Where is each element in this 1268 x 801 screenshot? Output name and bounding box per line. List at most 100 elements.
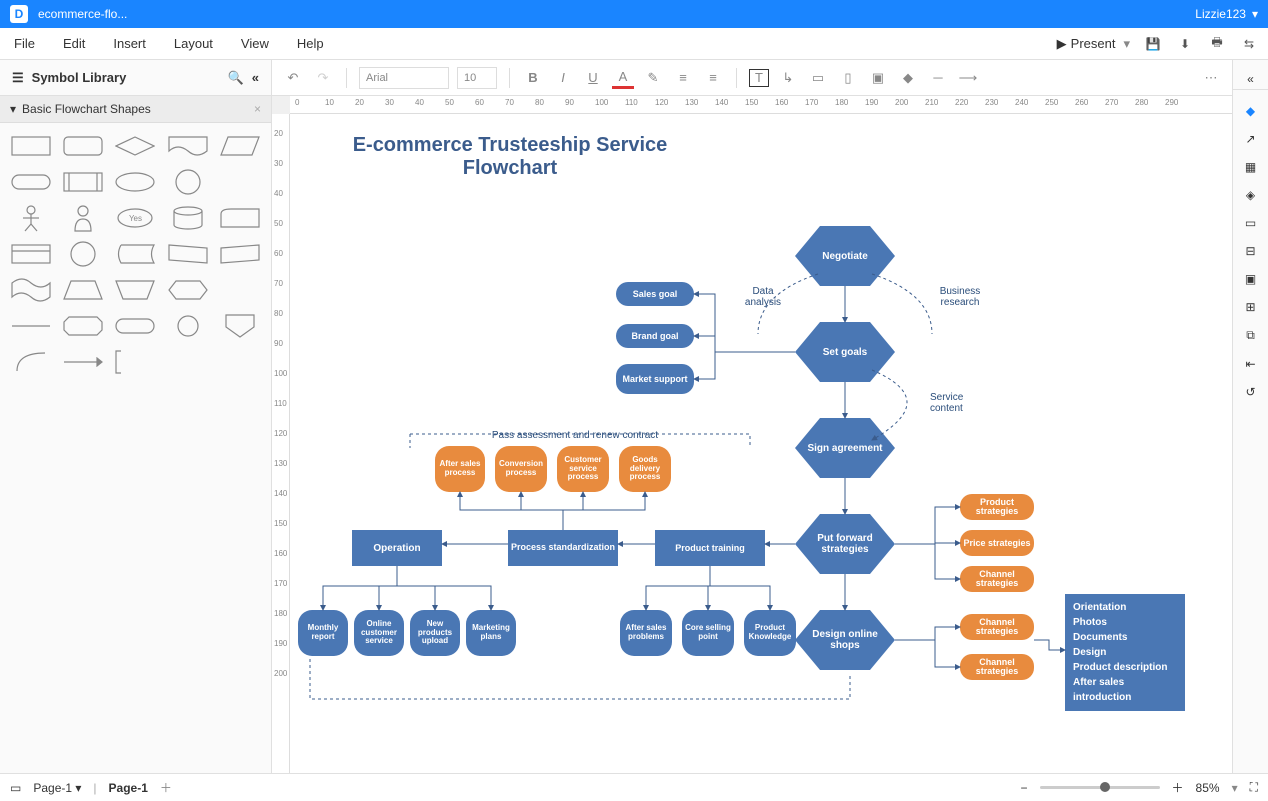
italic-icon[interactable]: I: [552, 67, 574, 89]
align-center-icon[interactable]: ≡: [702, 67, 724, 89]
image-icon[interactable]: ▭: [807, 67, 829, 89]
node-core-selling[interactable]: Core selling point: [682, 610, 734, 656]
collapse-icon[interactable]: «: [252, 70, 259, 85]
user-menu[interactable]: Lizzie123 ▾: [1195, 7, 1258, 21]
group-icon[interactable]: ▣: [867, 67, 889, 89]
shape-circle[interactable]: [165, 167, 211, 197]
node-brand-goal[interactable]: Brand goal: [616, 324, 694, 348]
shape-trap-down[interactable]: [112, 275, 158, 305]
layer-icon[interactable]: ◈: [1246, 188, 1255, 202]
fill-icon[interactable]: ◆: [897, 67, 919, 89]
shape-annotation[interactable]: [112, 347, 158, 377]
copy-icon[interactable]: ⧉: [1246, 328, 1255, 343]
shape-person[interactable]: [60, 203, 106, 233]
zoom-slider[interactable]: [1040, 786, 1160, 789]
shape-rounded-rect[interactable]: [60, 131, 106, 161]
menu-view[interactable]: View: [241, 36, 269, 51]
grid-icon[interactable]: ▦: [1245, 160, 1256, 174]
node-sales-goal[interactable]: Sales goal: [616, 282, 694, 306]
layers-icon[interactable]: ▯: [837, 67, 859, 89]
font-family-select[interactable]: [359, 67, 449, 89]
zoom-value[interactable]: 85%: [1196, 781, 1220, 795]
page-tab[interactable]: Page-1: [109, 781, 148, 795]
node-forward[interactable]: Put forward strategies: [795, 514, 895, 574]
node-online-customer[interactable]: Online customer service: [354, 610, 404, 656]
node-product-knowledge[interactable]: Product Knowledge: [744, 610, 796, 656]
pages-icon[interactable]: ▭: [10, 781, 21, 795]
node-marketing-plans[interactable]: Marketing plans: [466, 610, 516, 656]
shape-blank1[interactable]: [217, 167, 263, 197]
zoom-in-icon[interactable]: ＋: [1172, 779, 1184, 796]
close-icon[interactable]: ×: [254, 102, 261, 116]
menu-help[interactable]: Help: [297, 36, 324, 51]
shape-ellipse[interactable]: [112, 167, 158, 197]
node-customer-service-process[interactable]: Customer service process: [557, 446, 609, 492]
node-product-training[interactable]: Product training: [655, 530, 765, 566]
node-channel-strategies-2[interactable]: Channel strategies: [960, 614, 1034, 640]
node-operation[interactable]: Operation: [352, 530, 442, 566]
node-after-sales-process[interactable]: After sales process: [435, 446, 485, 492]
save-icon[interactable]: 💾: [1144, 35, 1162, 53]
shape-section-header[interactable]: ▾ Basic Flowchart Shapes ×: [0, 96, 271, 123]
line-style-icon[interactable]: ⟶: [957, 67, 979, 89]
node-market-support[interactable]: Market support: [616, 364, 694, 394]
shape-circle3[interactable]: [165, 311, 211, 341]
history-icon[interactable]: ↺: [1245, 385, 1255, 399]
shape-hexagon[interactable]: [165, 275, 211, 305]
bold-icon[interactable]: B: [522, 67, 544, 89]
menu-file[interactable]: File: [14, 36, 35, 51]
print-icon[interactable]: 🖶: [1208, 35, 1226, 53]
present-button[interactable]: ▶ Present ▾: [1057, 36, 1130, 52]
shape-diamond[interactable]: [112, 131, 158, 161]
node-new-products[interactable]: New products upload: [410, 610, 460, 656]
import-icon[interactable]: ⇤: [1245, 357, 1255, 371]
node-channel-strategies-1[interactable]: Channel strategies: [960, 566, 1034, 592]
shape-internal[interactable]: [8, 239, 54, 269]
fullscreen-icon[interactable]: ⛶: [1250, 780, 1258, 795]
menu-edit[interactable]: Edit: [63, 36, 85, 51]
text-tool-icon[interactable]: T: [749, 69, 769, 87]
export-icon[interactable]: ↗: [1245, 132, 1255, 146]
shape-blank2[interactable]: [217, 275, 263, 305]
share-icon[interactable]: ⇆: [1240, 35, 1258, 53]
shape-rectangle[interactable]: [8, 131, 54, 161]
shape-document[interactable]: [165, 131, 211, 161]
node-after-sales-problems[interactable]: After sales problems: [620, 610, 672, 656]
node-sign[interactable]: Sign agreement: [795, 418, 895, 478]
node-price-strategies[interactable]: Price strategies: [960, 530, 1034, 556]
add-page-icon[interactable]: ＋: [160, 779, 172, 796]
shape-actor[interactable]: [8, 203, 54, 233]
shape-trap2[interactable]: [217, 239, 263, 269]
chevron-down-icon[interactable]: ▾: [1232, 781, 1238, 795]
shape-terminator[interactable]: [8, 167, 54, 197]
picture-icon[interactable]: ▣: [1245, 272, 1256, 286]
shape-yes[interactable]: Yes: [112, 203, 158, 233]
shape-parallelogram[interactable]: [217, 131, 263, 161]
shape-trap-up[interactable]: [60, 275, 106, 305]
shape-shield[interactable]: [217, 311, 263, 341]
node-negotiate[interactable]: Negotiate: [795, 226, 895, 286]
line-color-icon[interactable]: ─: [927, 67, 949, 89]
node-monthly-report[interactable]: Monthly report: [298, 610, 348, 656]
shape-pill2[interactable]: [112, 311, 158, 341]
node-setgoals[interactable]: Set goals: [795, 322, 895, 382]
expand-icon[interactable]: «: [1233, 68, 1268, 90]
shape-line[interactable]: [8, 311, 54, 341]
shape-trap1[interactable]: [165, 239, 211, 269]
align-left-icon[interactable]: ≡: [672, 67, 694, 89]
shape-circle2[interactable]: [60, 239, 106, 269]
node-process-std[interactable]: Process standardization: [508, 530, 618, 566]
more-icon[interactable]: ⋯: [1200, 67, 1222, 89]
search-icon[interactable]: 🔍: [228, 70, 244, 86]
shape-cylinder[interactable]: [165, 203, 211, 233]
fill-tool-icon[interactable]: ◆: [1246, 104, 1255, 118]
font-size-select[interactable]: [457, 67, 497, 89]
underline-icon[interactable]: U: [582, 67, 604, 89]
shape-card[interactable]: [217, 203, 263, 233]
shape-tape[interactable]: [8, 275, 54, 305]
tree-icon[interactable]: ⊞: [1245, 300, 1255, 314]
font-color-icon[interactable]: A: [612, 67, 634, 89]
node-design[interactable]: Design online shops: [795, 610, 895, 670]
undo-icon[interactable]: ↶: [282, 67, 304, 89]
data-icon[interactable]: ⊟: [1245, 244, 1255, 258]
